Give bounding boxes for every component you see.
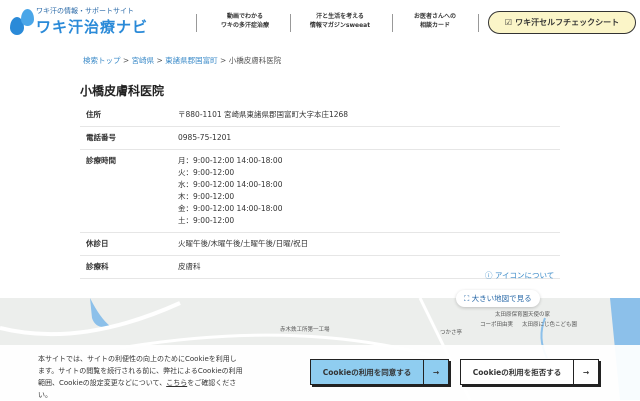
arrow-right-icon: → bbox=[573, 360, 598, 384]
breadcrumb: 検索トップ > 宮崎県 > 東諸県郡国富町 > 小橋皮膚科医院 bbox=[83, 56, 282, 65]
page-title: 小橋皮膚科医院 bbox=[80, 84, 165, 98]
table-row: 休診日 火曜午後/木曜午後/土曜午後/日曜/祝日 bbox=[80, 232, 560, 256]
nav-video[interactable]: 動画でわかる ワキの多汗症治療 bbox=[205, 12, 285, 30]
cookie-accept-button[interactable]: Cookieの利用を同意する → bbox=[310, 359, 449, 385]
site-header: ワキ汗の情報・サポートサイト ワキ汗治療ナビ 動画でわかる ワキの多汗症治療 汗と… bbox=[0, 0, 640, 45]
clinic-info-table: 住所 〒880-1101 宮崎県東諸県郡国富町大字本庄1268 電話番号 0985-… bbox=[80, 104, 560, 279]
checkbox-icon: ☑ bbox=[504, 18, 513, 27]
logo-subtitle: ワキ汗の情報・サポートサイト bbox=[36, 7, 134, 15]
self-check-button[interactable]: ☑ ワキ汗セルフチェックシート bbox=[488, 11, 636, 34]
nav-consult-card[interactable]: お医者さんへの 相談カード bbox=[400, 12, 470, 30]
cookie-text: 本サイトでは、サイトの利便性の向上のためにCookieを利用します。サイトの閲覧… bbox=[38, 355, 243, 399]
site-logo[interactable]: ワキ汗の情報・サポートサイト ワキ汗治療ナビ bbox=[10, 6, 148, 37]
map-label: 太田原にじ色こども園 bbox=[522, 322, 578, 328]
cookie-reject-button[interactable]: Cookieの利用を拒否する → bbox=[460, 359, 599, 385]
big-map-link[interactable]: ⛶ 大きい地図で見る bbox=[456, 290, 540, 307]
address-value: 〒880-1101 宮崎県東諸県郡国富町大字本庄1268 bbox=[172, 104, 560, 127]
map-label: 太田原保育園天使の家 bbox=[495, 312, 551, 318]
icon-info-link[interactable]: ⓘ アイコンについて bbox=[485, 270, 554, 281]
map-label: コーポ田由実 bbox=[480, 322, 514, 328]
expand-icon: ⛶ bbox=[464, 294, 472, 303]
table-row: 診療時間 月：9:00-12:00 14:00-18:00 火：9:00-12:0… bbox=[80, 149, 560, 233]
table-row: 住所 〒880-1101 宮崎県東諸県郡国富町大字本庄1268 bbox=[80, 104, 560, 127]
map-label: 赤木鉄工所第一工場 bbox=[280, 327, 330, 333]
cookie-banner: 本サイトでは、サイトの利便性の向上のためにCookieを利用します。サイトの閲覧… bbox=[0, 345, 640, 400]
closed-days-value: 火曜午後/木曜午後/土曜午後/日曜/祝日 bbox=[172, 232, 560, 256]
phone-value: 0985-75-1201 bbox=[172, 126, 560, 150]
info-icon: ⓘ bbox=[485, 271, 495, 280]
breadcrumb-city[interactable]: 東諸県郡国富町 bbox=[165, 56, 218, 65]
table-row: 電話番号 0985-75-1201 bbox=[80, 126, 560, 150]
cookie-policy-link[interactable]: こちら bbox=[166, 379, 187, 387]
arrow-right-icon: → bbox=[423, 360, 448, 384]
hours-value: 月：9:00-12:00 14:00-18:00 火：9:00-12:00 水：9:… bbox=[172, 149, 560, 233]
droplet-mascot-icon bbox=[10, 7, 36, 37]
nav-magazine[interactable]: 汗と生活を考える 情報マガジンsweeat bbox=[298, 12, 382, 30]
breadcrumb-top[interactable]: 検索トップ bbox=[83, 56, 121, 65]
breadcrumb-current: 小橋皮膚科医院 bbox=[228, 56, 282, 65]
logo-title: ワキ汗治療ナビ bbox=[36, 18, 149, 36]
breadcrumb-prefecture[interactable]: 宮崎県 bbox=[132, 56, 155, 65]
map-label: つかさ亭 bbox=[440, 330, 463, 336]
